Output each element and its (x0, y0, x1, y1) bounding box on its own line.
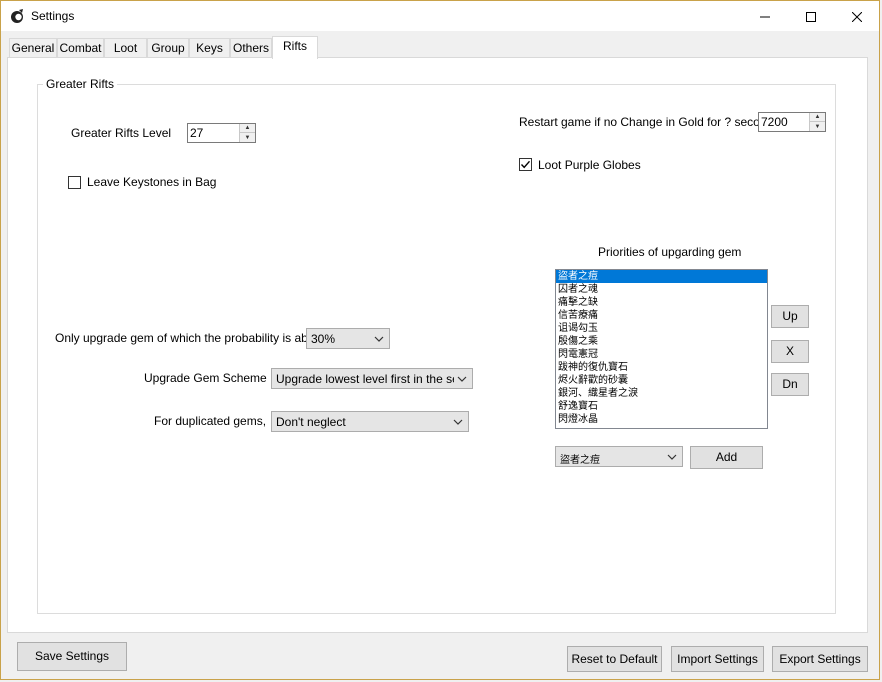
upgrade-scheme-label: Upgrade Gem Scheme (144, 371, 267, 385)
chevron-down-icon (456, 372, 468, 385)
priorities-label: Priorities of upgarding gem (598, 245, 742, 259)
remove-gem-button[interactable]: X (771, 340, 809, 363)
import-settings-button[interactable]: Import Settings (671, 646, 764, 672)
upgrade-scheme-select[interactable]: Upgrade lowest level first in the selcte (271, 368, 473, 389)
checkmark-icon (520, 160, 531, 169)
title-bar[interactable]: Settings (1, 1, 879, 31)
gem-select-value: 盜者之痘 (560, 455, 600, 466)
list-item[interactable]: 殷傷之乘 (556, 335, 767, 348)
probability-select[interactable]: 30% (306, 328, 390, 349)
level-spin-buttons[interactable]: ▲ ▼ (239, 124, 255, 142)
greater-rifts-level-value[interactable]: 27 (190, 126, 203, 140)
spin-down-icon[interactable]: ▼ (240, 133, 255, 142)
tab-rifts[interactable]: Rifts (272, 36, 318, 59)
spin-down-icon[interactable]: ▼ (810, 122, 825, 131)
list-item[interactable]: 跋神的復仇寶石 (556, 361, 767, 374)
chevron-down-icon (452, 415, 464, 428)
move-down-button[interactable]: Dn (771, 373, 809, 396)
save-settings-button[interactable]: Save Settings (17, 642, 127, 671)
add-gem-button[interactable]: Add (690, 446, 763, 469)
reset-to-default-button[interactable]: Reset to Default (567, 646, 662, 672)
tab-keys[interactable]: Keys (189, 38, 230, 58)
list-item[interactable]: 銀河、織星者之淚 (556, 387, 767, 400)
window-title: Settings (31, 9, 75, 23)
greater-rifts-level-stepper[interactable]: 27 ▲ ▼ (187, 123, 256, 143)
gem-priority-list[interactable]: 盜者之痘 囚者之魂 痛擊之缺 信苦療痛 诅谒勾玉 殷傷之乘 閃電憲冠 跋神的復仇… (555, 269, 768, 429)
duplicated-gems-label: For duplicated gems, (154, 414, 267, 428)
maximize-button[interactable] (788, 2, 834, 31)
list-item[interactable]: 烬火辭歡的砂囊 (556, 374, 767, 387)
list-item[interactable]: 閃電憲冠 (556, 348, 767, 361)
app-logo-icon (11, 9, 23, 23)
list-item[interactable]: 囚者之魂 (556, 283, 767, 296)
greater-rifts-level-label: Greater Rifts Level (71, 126, 172, 140)
chevron-down-icon (666, 450, 678, 463)
probability-value: 30% (311, 332, 336, 346)
spin-up-icon[interactable]: ▲ (810, 113, 825, 122)
restart-seconds-value[interactable]: 7200 (761, 115, 788, 129)
chevron-down-icon (373, 332, 385, 345)
leave-keystones-checkbox[interactable] (68, 176, 81, 189)
loot-purple-globes-checkbox[interactable] (519, 158, 532, 171)
list-item[interactable]: 盜者之痘 (556, 270, 767, 283)
move-up-button[interactable]: Up (771, 305, 809, 328)
minimize-button[interactable] (742, 2, 788, 31)
loot-purple-globes-label: Loot Purple Globes (538, 158, 641, 172)
restart-spin-buttons[interactable]: ▲ ▼ (809, 113, 825, 131)
list-item[interactable]: 舒逸寶石 (556, 400, 767, 413)
tab-group[interactable]: Group (147, 38, 189, 58)
upgrade-scheme-value: Upgrade lowest level first in the selcte (276, 372, 454, 386)
list-item[interactable]: 诅谒勾玉 (556, 322, 767, 335)
leave-keystones-label: Leave Keystones in Bag (87, 175, 217, 189)
tab-combat[interactable]: Combat (57, 38, 104, 58)
close-button[interactable] (834, 2, 880, 31)
restart-seconds-stepper[interactable]: 7200 ▲ ▼ (758, 112, 826, 132)
list-item[interactable]: 閃燈冰晶 (556, 413, 767, 426)
spin-up-icon[interactable]: ▲ (240, 124, 255, 133)
close-icon (852, 11, 862, 22)
tab-loot[interactable]: Loot (104, 38, 147, 58)
duplicated-gems-value: Don't neglect (276, 415, 346, 429)
gem-select[interactable]: 盜者之痘 (555, 446, 683, 467)
list-item[interactable]: 信苦療痛 (556, 309, 767, 322)
duplicated-gems-select[interactable]: Don't neglect (271, 411, 469, 432)
maximize-icon (806, 11, 816, 22)
export-settings-button[interactable]: Export Settings (772, 646, 868, 672)
group-title: Greater Rifts (43, 77, 118, 91)
restart-label: Restart game if no Change in Gold for ? … (519, 115, 780, 129)
list-item[interactable]: 痛擊之缺 (556, 296, 767, 309)
tab-others[interactable]: Others (230, 38, 272, 58)
tab-general[interactable]: General (9, 38, 57, 58)
probability-label: Only upgrade gem of which the probabilit… (55, 331, 328, 345)
minimize-icon (760, 16, 770, 17)
